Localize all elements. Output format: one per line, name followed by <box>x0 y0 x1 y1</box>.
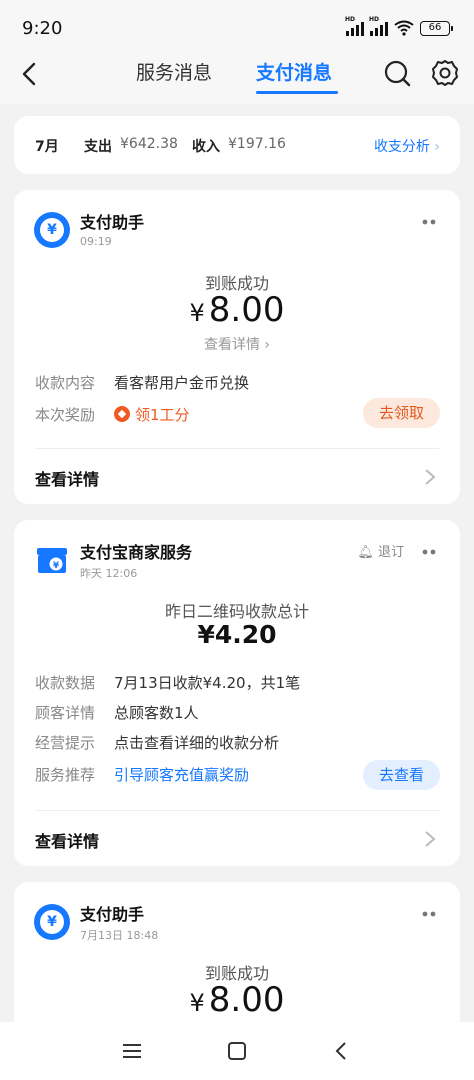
svg-text:¥: ¥ <box>53 561 60 571</box>
yuan-icon: ¥ <box>34 904 70 940</box>
info-row: 本次奖励 领1工分 <box>35 406 190 424</box>
reward-icon <box>114 406 130 422</box>
recommendation-link[interactable]: 引导顾客充值赢奖励 <box>114 766 249 784</box>
income-value: ¥197.16 <box>228 136 286 152</box>
home-icon[interactable] <box>225 1040 249 1062</box>
wifi-icon <box>394 20 414 36</box>
info-row: 收款数据 7月13日收款¥4.20，共1笔 <box>35 674 301 692</box>
claim-button[interactable]: 去领取 <box>362 398 440 428</box>
summary-month: 7月 <box>35 139 59 155</box>
chevron-right-icon <box>425 469 436 485</box>
income-label: 收入 <box>192 139 220 155</box>
header: 服务消息 支付消息 <box>0 52 474 104</box>
view-details-link[interactable]: 查看详情 › <box>14 334 460 354</box>
tab-service-messages[interactable]: 服务消息 <box>136 58 212 85</box>
status-icons: HD HD 66 <box>345 16 453 36</box>
info-row: 顾客详情 总顾客数1人 <box>35 704 199 722</box>
divider <box>35 810 439 811</box>
battery-icon: 66 <box>420 20 453 36</box>
card-time: 昨天 12:06 <box>80 567 138 580</box>
go-view-button[interactable]: 去查看 <box>362 760 440 790</box>
info-row: 收款内容 看客帮用户金币兑换 <box>35 374 250 392</box>
expense-value: ¥642.38 <box>120 136 178 152</box>
search-icon[interactable] <box>382 58 412 88</box>
more-icon[interactable] <box>420 910 438 918</box>
store-icon: ¥ <box>37 548 67 573</box>
payment-message-card[interactable]: ¥ 支付助手 09:19 到账成功 ¥8.00 查看详情 › 收款内容 看客帮用户… <box>14 190 460 504</box>
card-title: 支付助手 <box>80 905 145 924</box>
system-navigation-bar <box>0 1022 474 1080</box>
expense-label: 支出 <box>84 139 112 155</box>
back-icon[interactable] <box>16 60 44 88</box>
status-bar: 9:20 HD HD 66 <box>0 0 474 52</box>
summary-status: 昨日二维码收款总计 <box>164 602 309 621</box>
monthly-summary-card: 7月 支出 ¥642.38 收入 ¥197.16 收支分析 › <box>14 116 460 174</box>
signal-icon: HD <box>345 16 364 36</box>
card-time: 7月13日 18:48 <box>80 929 159 942</box>
unsubscribe-button[interactable]: 🔔︎ 退订 <box>357 541 404 560</box>
info-row: 服务推荐 引导顾客充值赢奖励 <box>35 766 250 784</box>
receipt-amount: ¥8.00 <box>189 980 285 1020</box>
view-details-button[interactable]: 查看详情 <box>35 466 99 490</box>
chevron-right-icon <box>425 831 436 847</box>
view-details-button[interactable]: 查看详情 <box>35 828 99 852</box>
bell-icon: 🔔︎ <box>357 545 374 560</box>
chevron-right-icon: › <box>434 139 440 155</box>
gear-icon[interactable] <box>430 58 460 88</box>
menu-icon[interactable] <box>120 1040 144 1062</box>
card-title: 支付助手 <box>80 213 145 232</box>
status-time: 9:20 <box>22 18 63 39</box>
more-icon[interactable] <box>420 548 438 556</box>
merchant-service-card[interactable]: ¥ 支付宝商家服务 昨天 12:06 🔔︎ 退订 昨日二维码收款总计 ¥4.20… <box>14 520 460 866</box>
chevron-right-icon: › <box>259 337 271 353</box>
tab-payment-messages[interactable]: 支付消息 <box>256 58 332 85</box>
income-expense-analysis-link[interactable]: 收支分析 › <box>374 136 440 156</box>
tab-active-indicator <box>256 91 338 94</box>
summary-amount: ¥4.20 <box>197 620 277 649</box>
info-row: 经营提示 点击查看详细的收款分析 <box>35 734 280 752</box>
card-title: 支付宝商家服务 <box>80 543 193 562</box>
yuan-icon: ¥ <box>34 212 70 248</box>
back-nav-icon[interactable] <box>330 1040 354 1062</box>
card-time: 09:19 <box>80 235 112 248</box>
receipt-amount: ¥8.00 <box>189 290 285 330</box>
divider <box>35 448 439 449</box>
more-icon[interactable] <box>420 218 438 226</box>
signal-icon: HD <box>369 16 388 36</box>
payment-message-card[interactable]: ¥ 支付助手 7月13日 18:48 到账成功 ¥8.00 <box>14 882 460 1042</box>
